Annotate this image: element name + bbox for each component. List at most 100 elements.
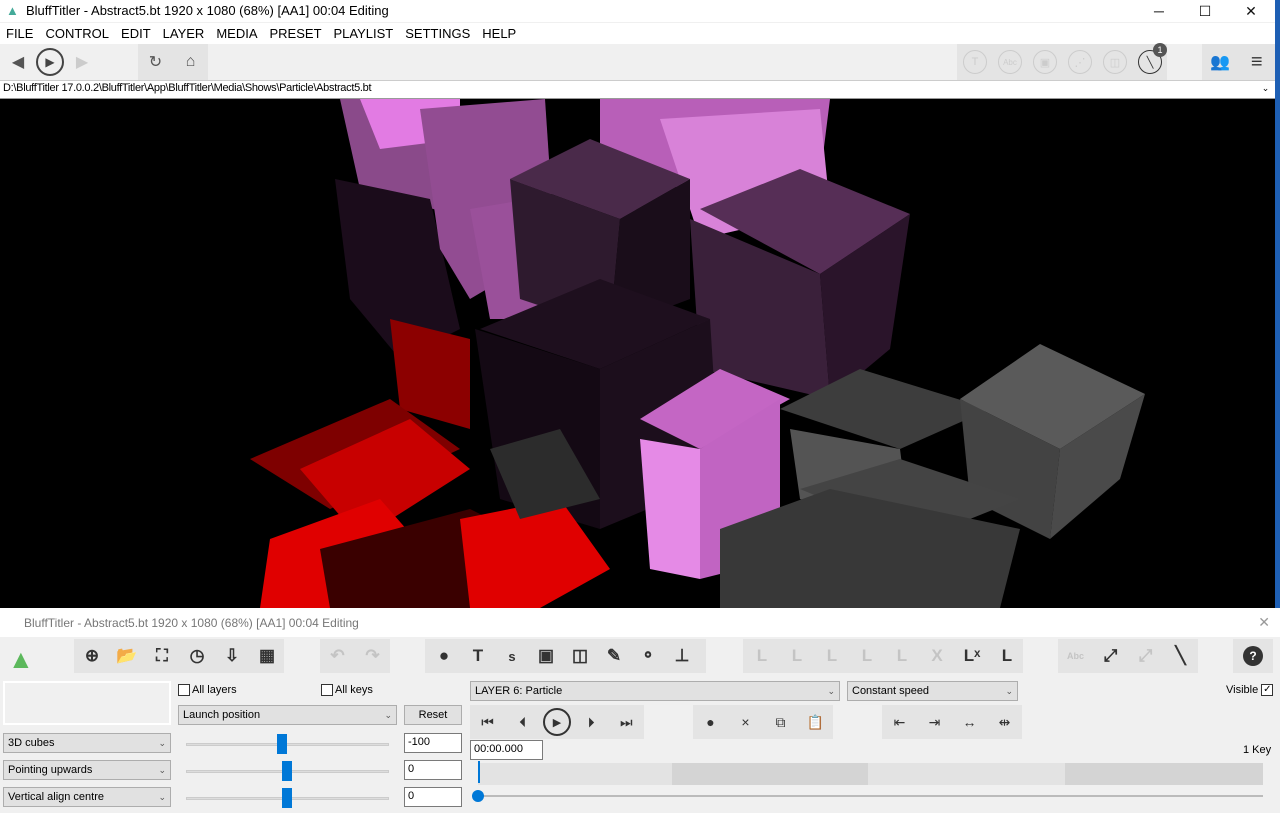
help-icon[interactable]: ?: [1243, 646, 1263, 666]
property-dropdown[interactable]: Launch position ⌄: [178, 705, 397, 725]
time-slider-track[interactable]: [478, 795, 1263, 797]
add-key-icon[interactable]: ●: [696, 707, 726, 737]
layer-paste-icon[interactable]: L: [782, 641, 812, 671]
menu-playlist[interactable]: PLAYLIST: [328, 23, 400, 44]
menu-settings[interactable]: SETTINGS: [399, 23, 476, 44]
value-2-input[interactable]: 0: [404, 760, 462, 780]
app-logo-icon: ▲: [6, 3, 19, 18]
key-count: 1 Key: [1243, 744, 1272, 756]
layer-flash-icon[interactable]: L: [852, 641, 882, 671]
align-dropdown[interactable]: Vertical align centre ⌄: [3, 787, 171, 807]
hamburger-menu-icon[interactable]: ≡: [1243, 48, 1271, 76]
color-preview[interactable]: [3, 681, 171, 725]
layer-group-icon[interactable]: L: [887, 641, 917, 671]
open-icon[interactable]: 📂: [112, 641, 142, 671]
picture-icon[interactable]: ▣: [1033, 50, 1057, 74]
time-slider-thumb[interactable]: [472, 790, 484, 802]
fit-icon[interactable]: ⛶: [147, 641, 177, 671]
align-start-icon[interactable]: ⇤: [885, 707, 915, 737]
paste-key-icon[interactable]: 📋: [801, 707, 831, 737]
timeline-cursor[interactable]: [478, 761, 480, 783]
back-icon[interactable]: ◀: [4, 48, 32, 76]
path-text: D:\BluffTitler 17.0.0.2\BluffTitler\App\…: [3, 82, 372, 94]
picture-layer-icon[interactable]: ▣: [531, 641, 561, 671]
pencil-icon[interactable]: ✎: [599, 641, 629, 671]
clock-icon[interactable]: ◷: [182, 641, 212, 671]
path-combobox[interactable]: D:\BluffTitler 17.0.0.2\BluffTitler\App\…: [0, 80, 1275, 99]
layer-split-icon[interactable]: X: [922, 641, 952, 671]
slider-1-track[interactable]: [186, 743, 389, 746]
value-3-input[interactable]: 0: [404, 787, 462, 807]
layer-delete-icon[interactable]: Lˣ: [957, 641, 987, 671]
new-icon[interactable]: ⊕: [77, 641, 107, 671]
next-key-icon[interactable]: ⏵: [576, 707, 606, 737]
menu-help[interactable]: HELP: [476, 23, 522, 44]
slider-1-thumb[interactable]: [277, 734, 287, 754]
slider-3-thumb[interactable]: [282, 788, 292, 808]
layer-copy-icon[interactable]: L: [747, 641, 777, 671]
value-1-input[interactable]: -100: [404, 733, 462, 753]
menu-bar: FILE CONTROL EDIT LAYER MEDIA PRESET PLA…: [0, 23, 1280, 44]
picture-fullscreen-icon[interactable]: ⤢: [1096, 641, 1126, 671]
layer-icon[interactable]: ⊥: [667, 641, 697, 671]
all-keys-checkbox[interactable]: All keys: [321, 684, 373, 697]
home-icon[interactable]: ⌂: [177, 48, 205, 76]
particle-layer-icon[interactable]: ●: [429, 641, 459, 671]
align-end-icon[interactable]: ⇥: [920, 707, 950, 737]
shape-layer-icon[interactable]: s: [497, 641, 527, 671]
wand-fullscreen-icon[interactable]: ╲: [1166, 641, 1196, 671]
forward-icon[interactable]: ▶: [68, 48, 96, 76]
menu-layer[interactable]: LAYER: [157, 23, 211, 44]
wand-icon[interactable]: ╲ 1: [1138, 43, 1167, 74]
users-icon[interactable]: 👥: [1206, 48, 1234, 76]
menu-file[interactable]: FILE: [0, 23, 39, 44]
layer-link-icon[interactable]: L: [817, 641, 847, 671]
minimize-button[interactable]: ─: [1136, 0, 1182, 22]
cube-icon[interactable]: ◫: [1103, 50, 1127, 74]
close-button[interactable]: ✕: [1228, 0, 1274, 22]
window-title: BluffTitler - Abstract5.bt 1920 x 1080 (…: [26, 3, 389, 18]
previous-key-icon[interactable]: ⏴: [508, 707, 538, 737]
network-icon[interactable]: ⋰: [1068, 50, 1092, 74]
slider-2-thumb[interactable]: [282, 761, 292, 781]
abc-icon[interactable]: Abc: [998, 50, 1022, 74]
layer-parent-icon[interactable]: L: [992, 641, 1022, 671]
maximize-button[interactable]: ☐: [1182, 0, 1228, 22]
render-viewport[interactable]: [0, 99, 1275, 608]
text-layer-icon[interactable]: T: [463, 641, 493, 671]
text-fullscreen-icon[interactable]: Abc: [1061, 641, 1091, 671]
style-dropdown[interactable]: 3D cubes ⌄: [3, 733, 171, 753]
panel-close-icon[interactable]: ✕: [1258, 614, 1270, 631]
compress-icon[interactable]: ⇹: [990, 707, 1020, 737]
network-fullscreen-icon[interactable]: ⤢: [1131, 641, 1161, 671]
stretch-icon[interactable]: ↔: [955, 707, 985, 737]
last-key-icon[interactable]: ⏭: [611, 707, 641, 737]
delete-key-icon[interactable]: ×: [731, 707, 761, 737]
play-icon[interactable]: ▶: [542, 708, 571, 736]
first-key-icon[interactable]: ⏮: [473, 707, 503, 737]
all-layers-checkbox[interactable]: All layers: [178, 684, 237, 697]
reset-button[interactable]: Reset: [404, 705, 462, 725]
redo-icon[interactable]: ↷: [358, 641, 388, 671]
layer-dropdown[interactable]: LAYER 6: Particle ⌄: [470, 681, 840, 701]
visible-checkbox[interactable]: Visible ✓: [1226, 684, 1275, 697]
copy-key-icon[interactable]: ⧉: [766, 707, 796, 737]
menu-preset[interactable]: PRESET: [264, 23, 328, 44]
chevron-down-icon[interactable]: ⌄: [1262, 83, 1270, 94]
undo-icon[interactable]: ↶: [323, 641, 353, 671]
model-layer-icon[interactable]: ◫: [565, 641, 595, 671]
menu-edit[interactable]: EDIT: [115, 23, 157, 44]
refresh-icon[interactable]: ↻: [142, 48, 170, 76]
direction-dropdown[interactable]: Pointing upwards ⌄: [3, 760, 171, 780]
import-icon[interactable]: ⇩: [217, 641, 247, 671]
effects-icon[interactable]: ⚬: [633, 641, 663, 671]
menu-control[interactable]: CONTROL: [39, 23, 115, 44]
speed-dropdown[interactable]: Constant speed ⌄: [847, 681, 1018, 701]
film-icon[interactable]: ▦: [252, 641, 282, 671]
play-icon[interactable]: ▶: [36, 48, 64, 76]
3d-scene-preview: [250, 99, 1145, 608]
menu-media[interactable]: MEDIA: [210, 23, 263, 44]
time-input[interactable]: 00:00.000: [470, 740, 543, 760]
timeline-track[interactable]: [478, 761, 1263, 785]
text-icon[interactable]: T: [963, 50, 987, 74]
